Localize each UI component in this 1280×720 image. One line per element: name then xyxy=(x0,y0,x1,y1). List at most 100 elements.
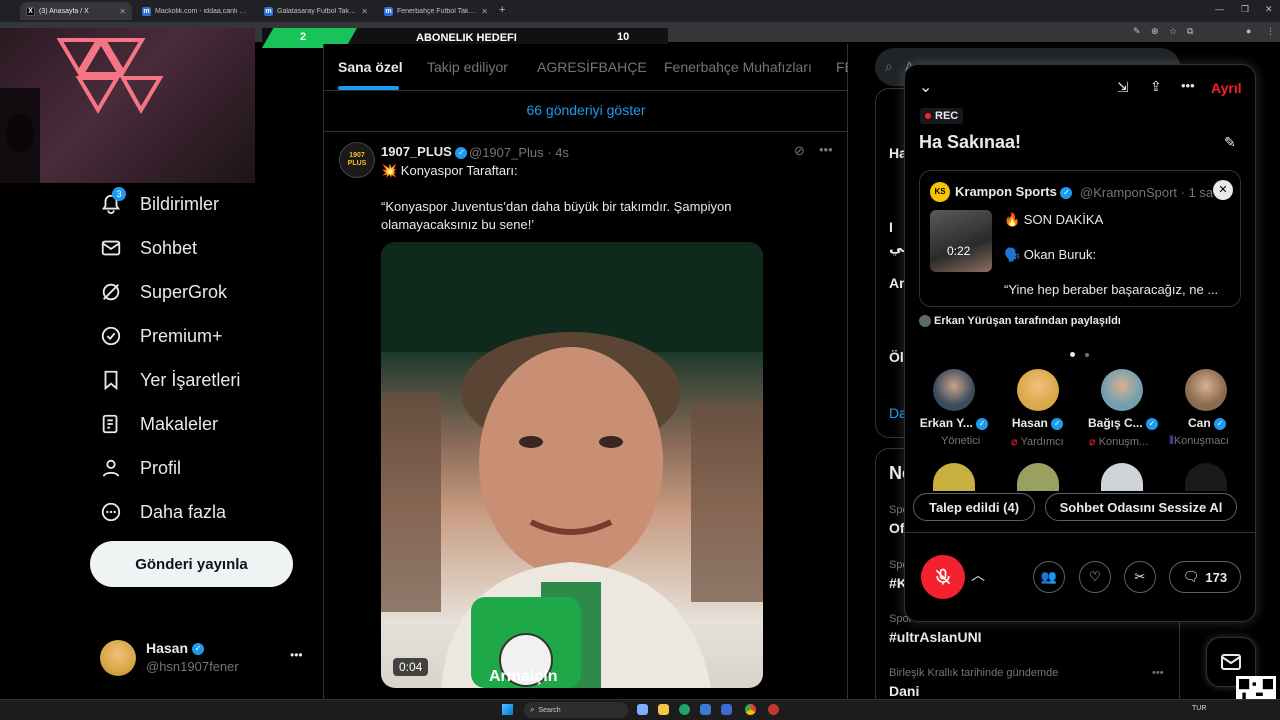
people-icon: 👥 xyxy=(1040,569,1058,584)
pinned-line3: “Yine hep beraber başaracağız, ne ... xyxy=(1004,282,1219,297)
windows-start-icon[interactable] xyxy=(502,704,513,715)
clip-button[interactable]: ✂ xyxy=(1124,561,1156,593)
nav-articles[interactable]: Makaleler xyxy=(100,409,218,439)
participant-role: ⌀ Konuşm... xyxy=(1089,436,1149,448)
participant-avatar[interactable] xyxy=(1017,369,1059,411)
taskbar-app-icon[interactable] xyxy=(658,704,669,715)
share-icon[interactable]: ⇪ xyxy=(1150,78,1162,95)
trend-title[interactable]: Dani xyxy=(889,683,919,699)
tab-for-you[interactable]: Sana özel xyxy=(338,59,403,75)
participant-avatar[interactable] xyxy=(1185,369,1227,411)
mute-room-button[interactable]: Sohbet Odasını Sessize Al xyxy=(1045,493,1237,521)
tab-fe[interactable]: FE xyxy=(836,59,848,75)
keyboard-language[interactable]: TUR xyxy=(1192,705,1206,712)
participant-avatar[interactable] xyxy=(1101,463,1143,491)
trend-more-icon[interactable]: ••• xyxy=(1152,667,1164,679)
taskbar-app-icon[interactable] xyxy=(637,704,648,715)
taskbar-app-icon[interactable] xyxy=(700,704,711,715)
extensions-puzzle-icon[interactable]: ⧉ xyxy=(1187,26,1193,37)
post-more-icon[interactable]: ••• xyxy=(819,142,833,157)
leave-space-button[interactable]: Ayrıl xyxy=(1211,80,1242,96)
trend-title[interactable]: #ultrAslanUNI xyxy=(889,629,982,645)
close-pinned-icon[interactable]: ✕ xyxy=(1213,180,1233,200)
browser-menu-icon[interactable]: ⋮ xyxy=(1266,26,1275,37)
chevron-up-icon[interactable]: ︿ xyxy=(971,565,985,585)
close-tab-icon[interactable]: ✕ xyxy=(481,7,488,16)
mic-brand-label: Armaiçin xyxy=(489,668,558,685)
show-more-posts[interactable]: 66 gönderiyi göster xyxy=(324,102,848,118)
browser-tab-strip: X (3) Anasayfa / X ✕ m Mackolik.com - id… xyxy=(0,0,1280,22)
nav-bookmarks[interactable]: Yer İşaretleri xyxy=(100,365,240,395)
participant-avatar[interactable] xyxy=(1101,369,1143,411)
nav-supergrok[interactable]: SuperGrok xyxy=(100,277,227,307)
nav-notifications[interactable]: 3 Bildirimler xyxy=(100,187,220,219)
tab-title: Mackolik.com - iddaa,canlı maç xyxy=(155,7,248,15)
react-button[interactable]: ♡ xyxy=(1079,561,1111,593)
goal-title: ABONELIK HEDEFI xyxy=(416,32,517,44)
bookmark-star-icon[interactable]: ☆ xyxy=(1169,26,1177,37)
post-quote-text: “Konyaspor Juventus’dan daha büyük bir t… xyxy=(381,199,732,232)
nav-profile[interactable]: Profil xyxy=(100,453,181,483)
nav-label: Profil xyxy=(140,457,182,478)
post-button[interactable]: Gönderi yayınla xyxy=(90,541,293,587)
translate-icon[interactable]: ⊕ xyxy=(1151,26,1159,37)
video-duration: 0:04 xyxy=(393,658,429,676)
browser-tab-fenerbahce[interactable]: m Fenerbahçe Futbol Takımı - 20... ✕ xyxy=(378,2,494,20)
post-author-name[interactable]: 1907_PLUS ✓ xyxy=(381,144,468,159)
taskbar-search[interactable]: ⌕ Search xyxy=(524,702,628,718)
nav-more[interactable]: Daha fazla xyxy=(100,497,226,527)
participant-avatar[interactable] xyxy=(933,369,975,411)
participant-role: ⦀Konuşmacı xyxy=(1169,435,1229,447)
person-icon xyxy=(100,457,122,479)
requested-button[interactable]: Talep edildi (4) xyxy=(913,493,1035,521)
profile-avatar-icon[interactable]: ● xyxy=(1246,26,1251,36)
more-icon[interactable]: ••• xyxy=(1181,78,1195,93)
close-tab-icon[interactable]: ✕ xyxy=(119,7,126,16)
carousel-dots xyxy=(1070,344,1090,362)
mic-toggle-button[interactable] xyxy=(921,555,965,599)
maximize-icon[interactable]: ❐ xyxy=(1241,4,1249,15)
browser-tab-galatasaray[interactable]: m Galatasaray Futbol Takımı - 20... ✕ xyxy=(258,2,374,20)
comments-button[interactable]: 🗨 173 xyxy=(1169,561,1241,593)
tab-fb-muhafizlari[interactable]: Fenerbahçe Muhafızları xyxy=(664,59,812,75)
close-window-icon[interactable]: ✕ xyxy=(1265,4,1273,15)
edit-pencil-icon[interactable]: ✎ xyxy=(1224,134,1236,151)
close-tab-icon[interactable]: ✕ xyxy=(361,7,368,16)
post-video[interactable]: Armaiçin 0:04 xyxy=(381,242,763,688)
people-button[interactable]: 👥 xyxy=(1033,561,1065,593)
post-avatar[interactable]: 1907 PLUS xyxy=(339,142,375,178)
nav-chat[interactable]: Sohbet xyxy=(100,233,197,263)
account-more-icon[interactable]: ••• xyxy=(290,648,303,662)
article-icon xyxy=(100,413,122,435)
trend-title[interactable]: Of xyxy=(889,520,905,536)
tab-following[interactable]: Takip ediliyor xyxy=(427,59,508,75)
pinned-post-card[interactable]: KS Krampon Sports ✓ @KramponSport · 1 sa… xyxy=(919,170,1241,307)
collapse-chevron-icon[interactable]: ⌄ xyxy=(919,77,932,97)
new-tab-button[interactable]: + xyxy=(499,4,505,16)
tab-agresifbahce[interactable]: AGRESİFBAHÇE xyxy=(537,59,647,75)
minimize-space-icon[interactable]: ⇲ xyxy=(1117,79,1129,96)
mackolik-logo-icon: m xyxy=(264,6,273,16)
taskbar-app-icon[interactable] xyxy=(768,704,779,715)
participant-avatar[interactable] xyxy=(1185,463,1227,491)
nav-label: Premium+ xyxy=(140,325,223,346)
participant-avatar[interactable] xyxy=(1017,463,1059,491)
pinned-video-thumb[interactable]: 0:22 xyxy=(930,210,992,272)
nav-premium[interactable]: Premium+ xyxy=(100,321,223,351)
taskbar-app-icon[interactable] xyxy=(745,704,756,715)
minimize-icon[interactable]: — xyxy=(1215,4,1224,14)
nav-label: Bildirimler xyxy=(140,193,220,214)
grok-post-icon[interactable]: ⊘ xyxy=(794,143,805,159)
carousel-dot-active xyxy=(1070,352,1075,357)
participant-avatar[interactable] xyxy=(933,463,975,491)
mic-off-icon xyxy=(935,568,951,585)
taskbar-app-icon[interactable] xyxy=(721,704,732,715)
extension-icon[interactable]: ✎ xyxy=(1133,26,1141,37)
participant-name: Hasan ✓ xyxy=(1005,416,1070,430)
taskbar-app-icon[interactable] xyxy=(679,704,690,715)
account-switcher[interactable]: Hasan ✓ @hsn1907fener ••• xyxy=(100,638,310,678)
browser-tab-mackolik[interactable]: m Mackolik.com - iddaa,canlı maç xyxy=(136,2,254,20)
browser-tab-x[interactable]: X (3) Anasayfa / X ✕ xyxy=(20,2,132,20)
space-title: Ha Sakınaa! xyxy=(919,132,1022,152)
post-handle-time: @1907_Plus · 4s xyxy=(469,145,569,160)
